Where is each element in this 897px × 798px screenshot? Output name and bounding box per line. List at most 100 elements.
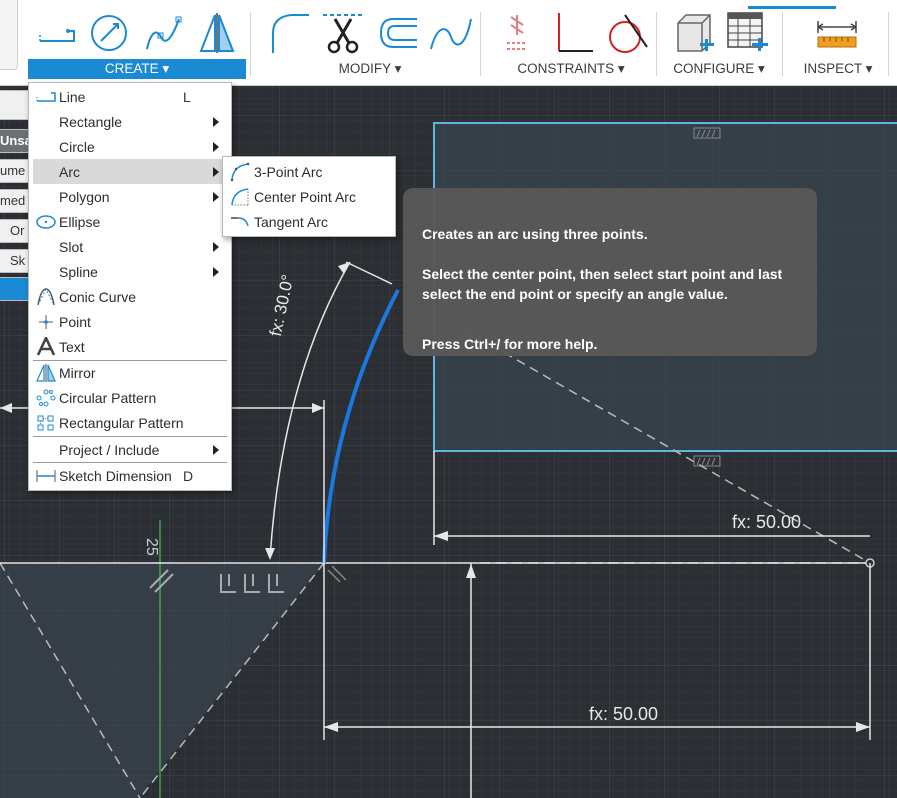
menu-item-label: Sketch Dimension	[59, 468, 172, 484]
create-dropdown-menu: Line L Rectangle Circle Arc Polygon Elli…	[28, 82, 232, 491]
menu-item-circular-pattern[interactable]: Circular Pattern	[33, 385, 227, 410]
menu-item-line[interactable]: Line L	[33, 84, 227, 109]
menu-item-mirror[interactable]: Mirror	[33, 360, 227, 385]
constraints-menu-button[interactable]: CONSTRAINTS ▾	[490, 59, 652, 79]
measure-icon[interactable]	[810, 10, 864, 56]
menu-item-project-include[interactable]: Project / Include	[33, 437, 227, 462]
three-point-arc-icon	[229, 162, 251, 182]
configure-group: CONFIGURE ▾	[664, 0, 774, 86]
menu-item-circle[interactable]: Circle	[33, 134, 227, 159]
menu-item-label: Conic Curve	[59, 289, 137, 305]
trim-icon[interactable]	[316, 10, 370, 56]
point-icon	[35, 312, 57, 331]
submenu-item-three-point-arc[interactable]: 3-Point Arc	[227, 159, 391, 184]
coincident-constraint-icon[interactable]	[492, 10, 546, 56]
browser-panel-stub[interactable]: Or	[0, 219, 30, 243]
submenu-item-label: 3-Point Arc	[254, 164, 323, 180]
line-icon[interactable]	[28, 10, 82, 56]
submenu-arrow-icon	[213, 192, 219, 202]
menu-item-label: Circle	[59, 139, 95, 155]
menu-item-label: Polygon	[59, 189, 110, 205]
horizontal-vertical-icon[interactable]	[546, 10, 600, 56]
conic-curve-icon	[35, 287, 57, 306]
menu-item-rectangle[interactable]: Rectangle	[33, 109, 227, 134]
offset-icon[interactable]	[370, 10, 424, 56]
menu-item-label: Slot	[59, 239, 84, 255]
fit-spline-icon[interactable]	[424, 10, 478, 56]
mirror-icon[interactable]	[190, 10, 244, 56]
configure-menu-button[interactable]: CONFIGURE ▾	[664, 59, 774, 79]
submenu-arrow-icon	[213, 445, 219, 455]
menu-item-label: Spline	[59, 264, 98, 280]
menu-item-point[interactable]: Point	[33, 309, 227, 334]
sketch-dimension-icon	[35, 466, 57, 485]
menu-item-label: Line	[59, 89, 86, 105]
submenu-arrow-icon	[213, 167, 219, 177]
menu-item-arc[interactable]: Arc	[33, 159, 227, 184]
tangent-arc-icon	[229, 212, 251, 231]
tooltip-summary: Creates an arc using three points.	[422, 226, 648, 242]
browser-panel-stub[interactable]: Unsa	[0, 129, 30, 153]
menu-item-label: Circular Pattern	[59, 390, 157, 406]
data-panel-tab[interactable]	[0, 0, 18, 70]
ellipse-icon	[35, 212, 57, 231]
menu-item-shortcut: L	[183, 89, 191, 105]
toolbar-separator	[656, 12, 657, 76]
menu-item-label: Point	[59, 314, 91, 330]
create-group: CREATE ▾	[28, 0, 246, 86]
command-tooltip: Creates an arc using three points. Selec…	[403, 188, 817, 356]
inspect-group: INSPECT ▾	[796, 0, 880, 86]
circle-icon[interactable]	[82, 10, 136, 56]
menu-item-rectangular-pattern[interactable]: Rectangular Pattern	[33, 410, 227, 435]
menu-item-shortcut: D	[183, 468, 194, 484]
menu-item-label: Text	[59, 339, 85, 355]
text-icon	[35, 337, 57, 356]
menu-item-polygon[interactable]: Polygon	[33, 184, 227, 209]
browser-panel-stub[interactable]	[0, 277, 30, 301]
mirror-icon	[35, 363, 57, 382]
modify-menu-button[interactable]: MODIFY ▾	[262, 59, 478, 79]
menu-item-label: Arc	[59, 164, 80, 180]
menu-item-text[interactable]: Text	[33, 334, 227, 359]
horizontal-dimension-label[interactable]: fx: 50.00	[732, 512, 801, 533]
browser-panel-stub[interactable]: Sk	[0, 249, 30, 273]
browser-panel-stub[interactable]: ume	[0, 159, 30, 183]
submenu-arrow-icon	[213, 267, 219, 277]
toolbar-separator	[888, 12, 889, 76]
center-point-arc-icon	[229, 187, 251, 206]
menu-item-label: Mirror	[59, 365, 96, 381]
menu-item-label: Rectangular Pattern	[59, 415, 184, 431]
modify-group: MODIFY ▾	[262, 0, 478, 86]
submenu-item-label: Tangent Arc	[254, 214, 328, 230]
menu-item-label: Ellipse	[59, 214, 101, 230]
toolbar-separator	[250, 12, 251, 76]
spline-icon[interactable]	[136, 10, 190, 56]
table-configure-icon[interactable]	[720, 10, 774, 56]
menu-item-spline[interactable]: Spline	[33, 259, 227, 284]
menu-item-label: Project / Include	[59, 442, 160, 458]
fillet-icon[interactable]	[262, 10, 316, 56]
submenu-arrow-icon	[213, 142, 219, 152]
toolbar: CREATE ▾ MODIFY ▾ CONSTRAINTS ▾ CONFIGUR…	[0, 0, 897, 86]
create-menu-button[interactable]: CREATE ▾	[28, 59, 246, 79]
menu-item-conic-curve[interactable]: Conic Curve	[33, 284, 227, 309]
submenu-item-center-point-arc[interactable]: Center Point Arc	[227, 184, 391, 209]
toolbar-separator	[480, 12, 481, 76]
menu-item-label: Rectangle	[59, 114, 123, 130]
tangent-icon[interactable]	[600, 10, 654, 56]
component-configure-icon[interactable]	[666, 10, 720, 56]
browser-panel-stub[interactable]	[0, 90, 30, 120]
submenu-arrow-icon	[213, 242, 219, 252]
constraints-group: CONSTRAINTS ▾	[490, 0, 652, 86]
browser-panel-stub[interactable]: med	[0, 189, 30, 213]
menu-item-sketch-dimension[interactable]: Sketch Dimension D	[33, 463, 227, 488]
inspect-menu-button[interactable]: INSPECT ▾	[796, 59, 880, 79]
submenu-item-tangent-arc[interactable]: Tangent Arc	[227, 209, 391, 234]
partial-dimension-label[interactable]: 25	[142, 538, 160, 556]
tooltip-help-hint: Press Ctrl+/ for more help.	[422, 336, 598, 352]
menu-item-ellipse[interactable]: Ellipse	[33, 209, 227, 234]
horizontal-dimension-label[interactable]: fx: 50.00	[589, 704, 658, 725]
submenu-item-label: Center Point Arc	[254, 189, 356, 205]
rectangular-pattern-icon	[35, 413, 57, 432]
menu-item-slot[interactable]: Slot	[33, 234, 227, 259]
